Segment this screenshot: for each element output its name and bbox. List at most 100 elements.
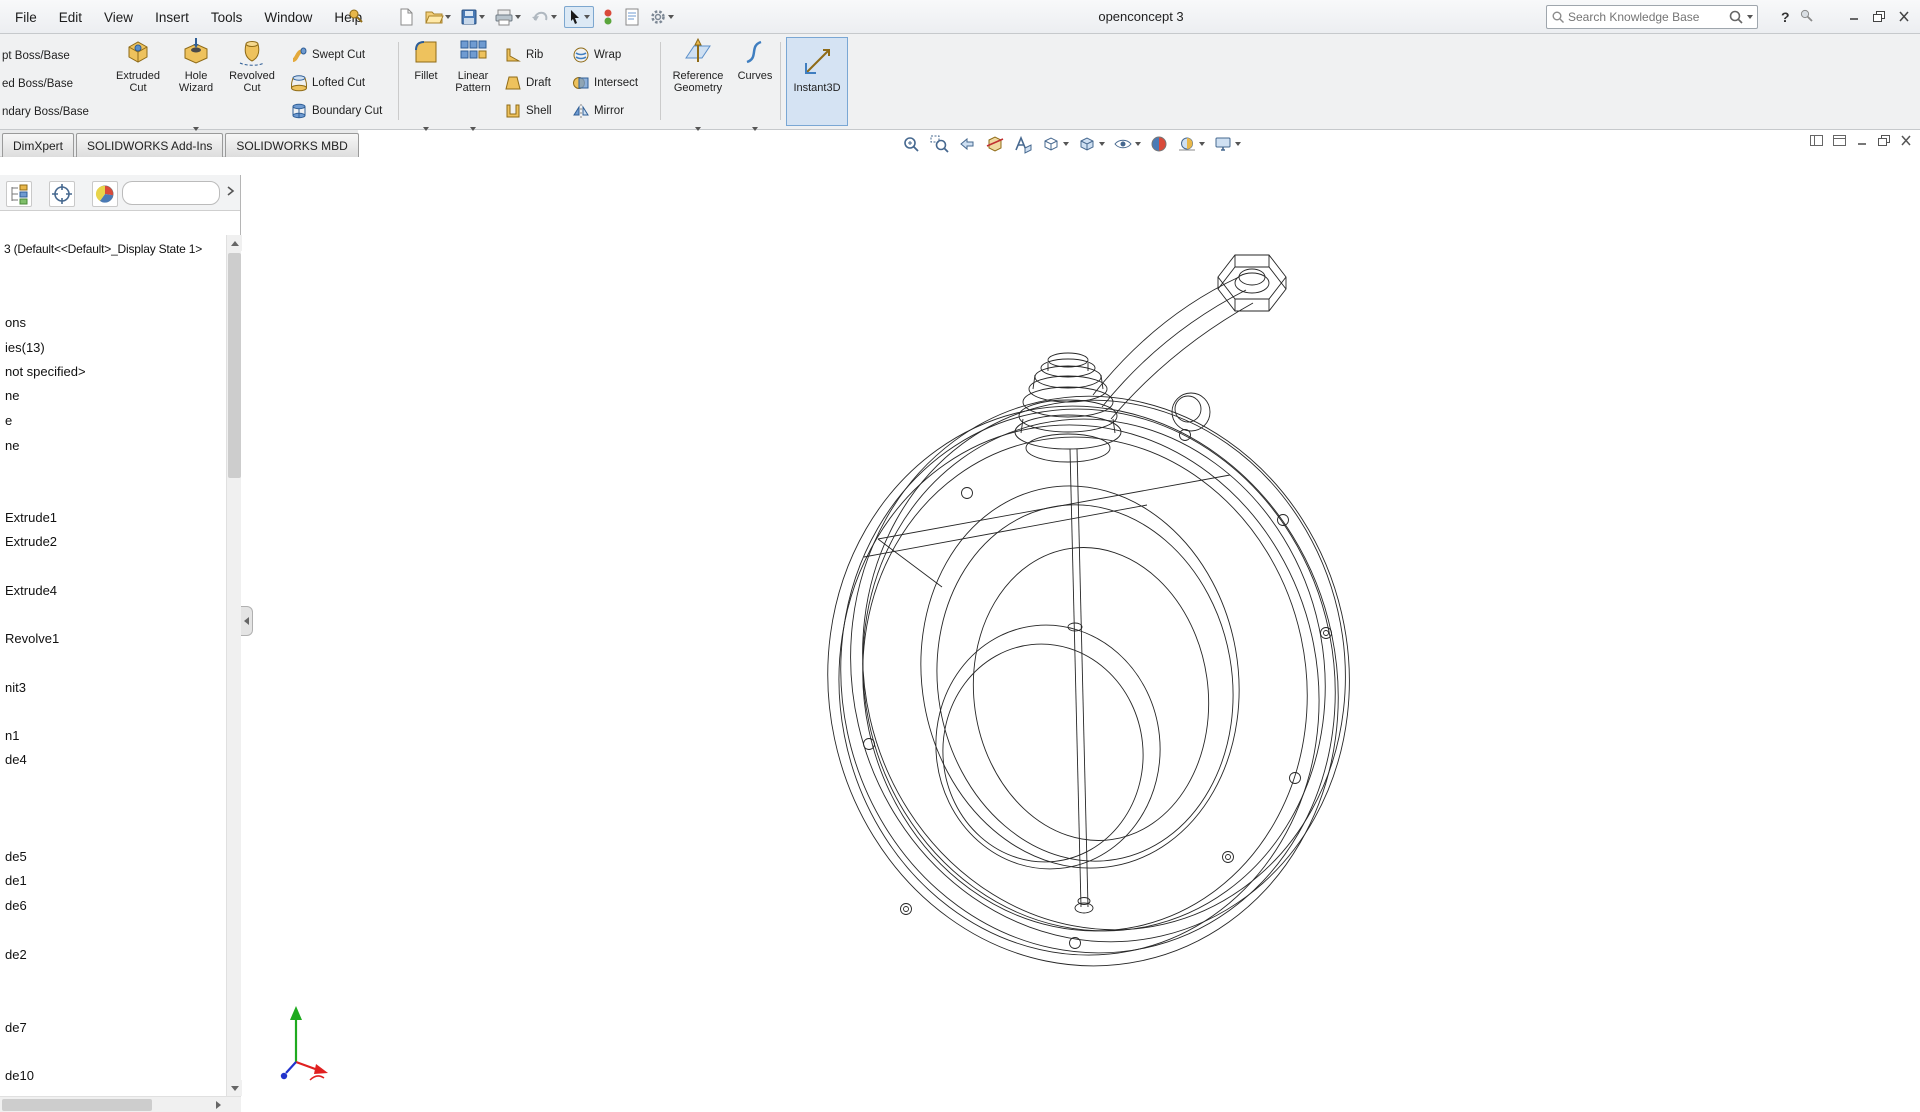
- dropdown-caret-icon[interactable]: [445, 15, 451, 19]
- doc-close-button[interactable]: [1900, 135, 1912, 146]
- rebuild-button[interactable]: [599, 6, 617, 28]
- previous-view-button[interactable]: [956, 133, 978, 155]
- tree-item-de2[interactable]: de2: [5, 944, 180, 964]
- linear-pattern-flyout-icon[interactable]: [470, 127, 476, 131]
- open-button[interactable]: [422, 6, 453, 28]
- tab-dimxpert[interactable]: DimXpert: [2, 133, 74, 157]
- file-properties-button[interactable]: [622, 6, 642, 28]
- tree-item-extrude4[interactable]: Extrude4: [5, 580, 180, 600]
- search-input[interactable]: [1568, 10, 1725, 24]
- dropdown-caret-icon[interactable]: [668, 15, 674, 19]
- tree-item-annotations[interactable]: ons: [5, 312, 180, 332]
- instant3d-button[interactable]: Instant3D: [786, 37, 848, 126]
- horizontal-scroll-thumb[interactable]: [2, 1099, 152, 1111]
- tree-vertical-scrollbar[interactable]: [226, 235, 241, 1096]
- boundary-cut-button[interactable]: Boundary Cut: [288, 100, 384, 122]
- intersect-button[interactable]: Intersect: [570, 72, 640, 94]
- print-button[interactable]: [492, 6, 523, 28]
- doc-minimize-button[interactable]: [1856, 136, 1868, 146]
- dropdown-caret-icon[interactable]: [1099, 142, 1105, 146]
- apply-scene-button[interactable]: [1176, 133, 1206, 155]
- lofted-cut-button[interactable]: Lofted Cut: [288, 72, 367, 94]
- extruded-cut-button[interactable]: Extruded Cut: [108, 36, 168, 120]
- menu-window[interactable]: Window: [253, 5, 323, 30]
- revolved-cut-button[interactable]: Revolved Cut: [224, 36, 280, 120]
- dropdown-caret-icon[interactable]: [479, 15, 485, 19]
- minimize-button[interactable]: [1843, 6, 1865, 26]
- new-document-button[interactable]: [395, 6, 417, 28]
- section-view-button[interactable]: [984, 133, 1006, 155]
- tree-item-de1[interactable]: de1: [5, 870, 180, 890]
- fillet-flyout-icon[interactable]: [423, 127, 429, 131]
- panel-splitter-handle[interactable]: [241, 606, 253, 636]
- linear-pattern-button[interactable]: Linear Pattern: [450, 36, 496, 120]
- panel-expand-chevron-icon[interactable]: [224, 184, 236, 198]
- reference-geometry-button[interactable]: Reference Geometry: [666, 36, 730, 120]
- tree-item-knit3[interactable]: nit3: [5, 677, 180, 697]
- save-button[interactable]: [458, 6, 487, 28]
- search-scope-icon[interactable]: [1551, 10, 1565, 24]
- menu-view[interactable]: View: [93, 5, 144, 30]
- display-style-button[interactable]: [1076, 133, 1106, 155]
- fillet-button[interactable]: Fillet: [404, 36, 448, 120]
- menu-file[interactable]: File: [4, 5, 48, 30]
- dropdown-caret-icon[interactable]: [1199, 142, 1205, 146]
- doc-restore-button[interactable]: [1878, 135, 1890, 146]
- tree-item-de4[interactable]: de4: [5, 749, 180, 769]
- hole-wizard-button[interactable]: Hole Wizard: [170, 36, 222, 120]
- draft-button[interactable]: Draft: [502, 72, 553, 94]
- view-settings-button[interactable]: [1212, 133, 1242, 155]
- hole-wizard-flyout-icon[interactable]: [193, 127, 199, 131]
- dropdown-caret-icon[interactable]: [551, 15, 557, 19]
- tab-solidworks-mbd[interactable]: SOLIDWORKS MBD: [225, 133, 358, 157]
- wrap-button[interactable]: Wrap: [570, 44, 623, 66]
- dropdown-caret-icon[interactable]: [1063, 142, 1069, 146]
- displaymanager-tab[interactable]: [92, 181, 118, 207]
- search-icon[interactable]: [1728, 9, 1744, 25]
- tree-item-revolve1[interactable]: Revolve1: [5, 628, 180, 648]
- tree-horizontal-scrollbar[interactable]: [0, 1096, 241, 1112]
- swept-boss-base-button[interactable]: pt Boss/Base: [2, 47, 70, 65]
- tree-filter-input[interactable]: [122, 181, 220, 205]
- vertical-scroll-thumb[interactable]: [228, 253, 241, 478]
- tree-item-solid-bodies[interactable]: ies(13): [5, 337, 180, 357]
- boundary-boss-base-button[interactable]: ndary Boss/Base: [2, 103, 89, 121]
- restore-button[interactable]: [1868, 6, 1890, 26]
- menu-edit[interactable]: Edit: [48, 5, 93, 30]
- tree-item-plane-2[interactable]: e: [5, 410, 180, 430]
- tree-item-plane-3[interactable]: ne: [5, 435, 180, 455]
- scroll-down-button[interactable]: [227, 1080, 242, 1096]
- edit-appearance-button[interactable]: [1148, 133, 1170, 155]
- view-orientation-button[interactable]: [1040, 133, 1070, 155]
- options-button[interactable]: [647, 6, 676, 28]
- propertymanager-tab[interactable]: [49, 181, 75, 207]
- tree-item-de7[interactable]: de7: [5, 1017, 180, 1037]
- dropdown-caret-icon[interactable]: [584, 15, 590, 19]
- dropdown-caret-icon[interactable]: [1135, 142, 1141, 146]
- help-button[interactable]: ?: [1776, 7, 1795, 27]
- curves-button[interactable]: Curves: [734, 36, 776, 120]
- tree-item-material[interactable]: not specified>: [5, 361, 180, 381]
- scroll-up-button[interactable]: [227, 235, 242, 251]
- annotation-views-button[interactable]: [1012, 133, 1034, 155]
- tree-item-de6[interactable]: de6: [5, 895, 180, 915]
- new-window-button[interactable]: [1833, 135, 1846, 146]
- search-caret-icon[interactable]: [1747, 15, 1753, 19]
- reference-geometry-flyout-icon[interactable]: [695, 127, 701, 131]
- featuremanager-tree-tab[interactable]: [6, 181, 32, 207]
- tree-item-de10[interactable]: de10: [5, 1065, 180, 1085]
- tree-item-n1[interactable]: n1: [5, 725, 180, 745]
- tree-root-item[interactable]: 3 (Default<<Default>_Display State 1>: [4, 239, 222, 259]
- rib-button[interactable]: Rib: [502, 44, 545, 66]
- taskpane-pin-icon[interactable]: [1799, 8, 1814, 23]
- scroll-right-button[interactable]: [211, 1097, 226, 1112]
- swept-cut-button[interactable]: Swept Cut: [288, 44, 367, 66]
- undo-button[interactable]: [528, 6, 559, 28]
- lofted-boss-base-button[interactable]: ed Boss/Base: [2, 75, 73, 93]
- mirror-button[interactable]: Mirror: [570, 100, 626, 122]
- curves-flyout-icon[interactable]: [752, 127, 758, 131]
- zoom-to-area-button[interactable]: [928, 133, 950, 155]
- menu-pin-icon[interactable]: [348, 8, 364, 24]
- close-button[interactable]: [1893, 6, 1915, 26]
- tab-solidworks-add-ins[interactable]: SOLIDWORKS Add-Ins: [76, 133, 223, 157]
